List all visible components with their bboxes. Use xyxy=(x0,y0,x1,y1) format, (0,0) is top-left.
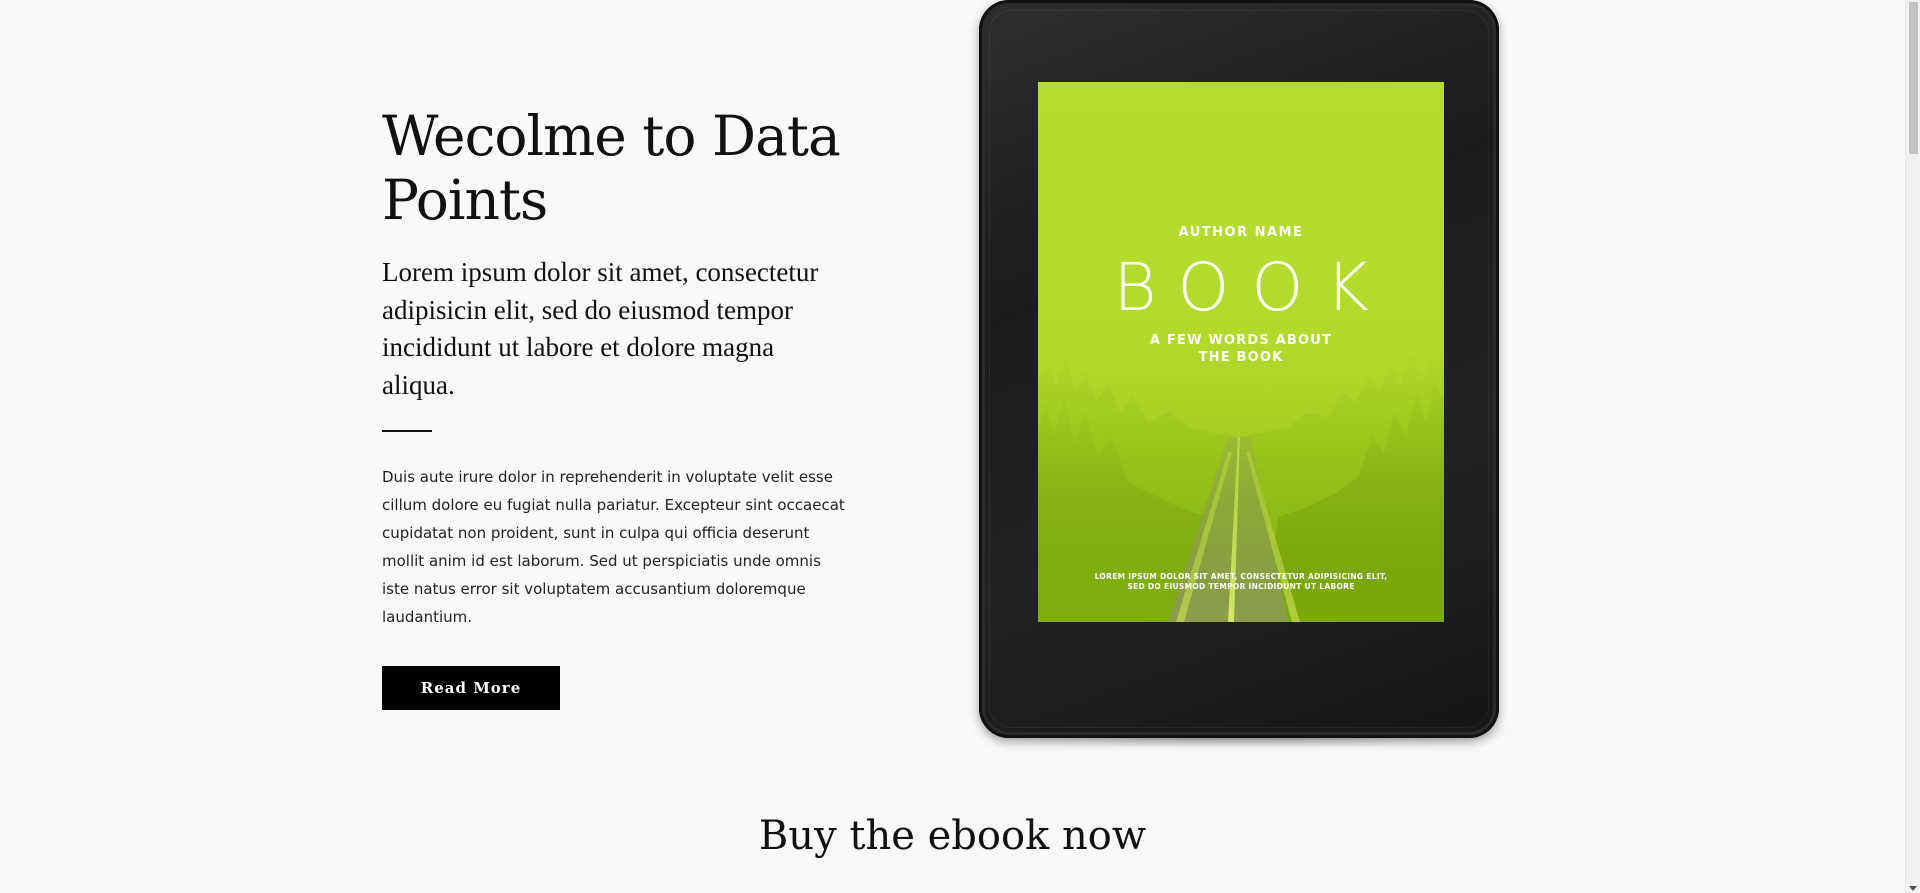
scroll-down-arrow-icon[interactable] xyxy=(1909,886,1917,891)
hero-body: Duis aute irure dolor in reprehenderit i… xyxy=(382,468,845,626)
divider xyxy=(382,430,432,432)
vertical-scrollbar[interactable] xyxy=(1905,0,1920,893)
hero-lead: Lorem ipsum dolor sit amet, consectetur … xyxy=(382,257,819,400)
page: Wecolme to Data Points Lorem ipsum dolor… xyxy=(0,0,1920,893)
hero-title-line2: Points xyxy=(382,168,548,232)
cover-footer-line1: LOREM IPSUM DOLOR SIT AMET, CONSECTETUR … xyxy=(1094,572,1388,581)
cover-subtitle-line1: A FEW WORDS ABOUT xyxy=(1149,333,1333,348)
cover-subtitle-line2: THE BOOK xyxy=(1198,350,1284,365)
ebook-reader-image: AUTHOR NAME BOOK A FEW WORDS ABOUT THE B… xyxy=(975,0,1520,760)
hero-text-column: Wecolme to Data Points Lorem ipsum dolor… xyxy=(382,104,852,710)
buy-section-title: Buy the ebook now xyxy=(758,813,1147,859)
cover-footer: LOREM IPSUM DOLOR SIT AMET, CONSECTETUR … xyxy=(1078,572,1404,592)
hero-title-line1: Wecolme to Data xyxy=(382,104,841,168)
read-more-button[interactable]: Read More xyxy=(382,666,560,710)
cover-subtitle: A FEW WORDS ABOUT THE BOOK xyxy=(1138,332,1344,366)
hero-title: Wecolme to Data Points xyxy=(382,104,852,232)
cover-title: BOOK xyxy=(1113,249,1391,326)
scrollbar-thumb[interactable] xyxy=(1909,2,1918,154)
cover-footer-line2: SED DO EIUSMOD TEMPOR INCIDIDUNT UT LABO… xyxy=(1127,582,1355,591)
book-cover: AUTHOR NAME BOOK A FEW WORDS ABOUT THE B… xyxy=(1038,82,1444,622)
ebook-reader-device: AUTHOR NAME BOOK A FEW WORDS ABOUT THE B… xyxy=(979,0,1499,738)
cover-author: AUTHOR NAME xyxy=(1178,225,1304,240)
